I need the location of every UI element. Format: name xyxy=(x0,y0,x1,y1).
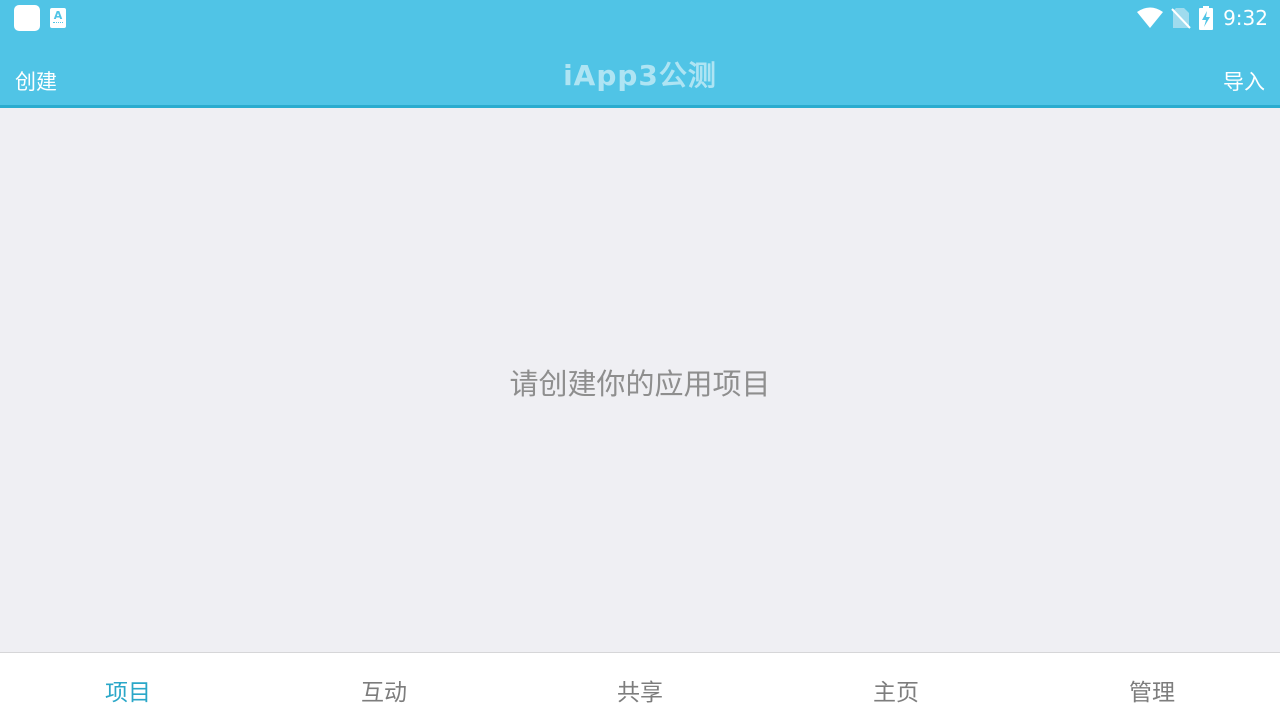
tab-share[interactable]: 共享 xyxy=(512,653,768,720)
tab-projects[interactable]: 项目 xyxy=(0,653,256,720)
app-title: iApp3公测 xyxy=(563,59,717,92)
translate-a-icon: A xyxy=(50,8,66,28)
tab-manage[interactable]: 管理 xyxy=(1024,653,1280,720)
system-tray: 9:32 xyxy=(1137,4,1268,32)
tab-home[interactable]: 主页 xyxy=(768,653,1024,720)
clock: 9:32 xyxy=(1223,6,1268,30)
no-sim-icon xyxy=(1171,8,1191,29)
app-bar: 创建 iApp3公测 导入 xyxy=(0,36,1280,108)
project-list-area: 请创建你的应用项目 xyxy=(0,111,1280,652)
notification-area: A xyxy=(14,5,66,31)
tab-interaction[interactable]: 互动 xyxy=(256,653,512,720)
status-bar: A 9:32 xyxy=(0,0,1280,36)
empty-state-message: 请创建你的应用项目 xyxy=(509,367,771,401)
bottom-tab-bar: 项目 互动 共享 主页 管理 xyxy=(0,652,1280,720)
import-button[interactable]: 导入 xyxy=(1223,66,1265,96)
app-notification-icon xyxy=(14,5,40,31)
battery-charging-icon xyxy=(1199,6,1214,30)
wifi-icon xyxy=(1137,7,1164,28)
